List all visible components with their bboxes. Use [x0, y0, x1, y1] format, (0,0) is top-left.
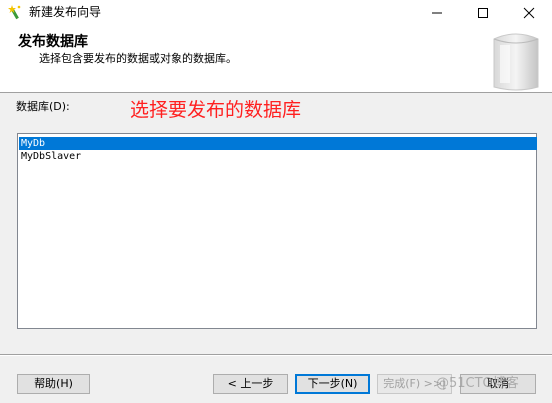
database-list[interactable]: MyDb MyDbSlaver [17, 133, 537, 329]
page-title: 发布数据库 [18, 34, 88, 50]
wizard-header: 发布数据库 选择包含要发布的数据或对象的数据库。 [0, 25, 552, 93]
wizard-wand-icon [7, 4, 23, 20]
maximize-icon [478, 8, 488, 18]
back-button[interactable]: < 上一步 [213, 374, 288, 394]
close-icon [523, 7, 535, 19]
watermark: @51CTO博客 [436, 376, 519, 391]
database-cylinder-icon [486, 29, 546, 91]
footer-divider [0, 354, 552, 356]
next-button[interactable]: 下一步(N) [295, 374, 370, 394]
help-button[interactable]: 帮助(H) [17, 374, 90, 394]
minimize-button[interactable] [414, 0, 460, 25]
page-subtitle: 选择包含要发布的数据或对象的数据库。 [39, 52, 237, 65]
close-button[interactable] [506, 0, 552, 25]
title-bar: 新建发布向导 [0, 0, 552, 25]
window-title: 新建发布向导 [29, 5, 102, 19]
database-list-label: 数据库(D): [16, 100, 70, 113]
list-item-mydbslaver[interactable]: MyDbSlaver [19, 150, 537, 163]
list-item-mydb[interactable]: MyDb [19, 137, 537, 150]
maximize-button[interactable] [460, 0, 506, 25]
minimize-icon [432, 12, 442, 14]
red-annotation: 选择要发布的数据库 [130, 99, 302, 121]
